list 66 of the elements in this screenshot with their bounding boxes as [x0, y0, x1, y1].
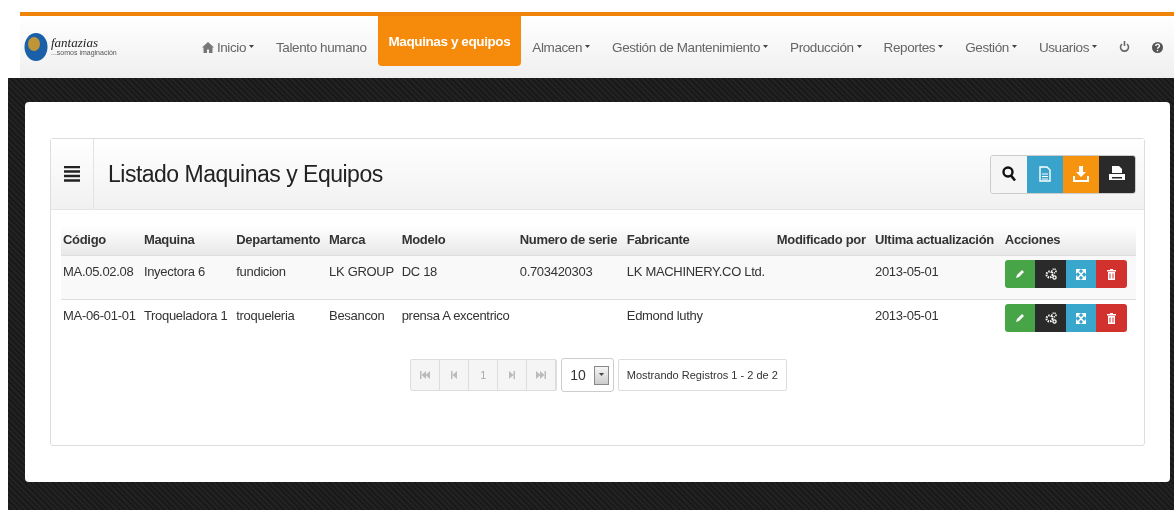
expand-icon — [1076, 268, 1087, 280]
table-cell: prensa A excentrico — [401, 308, 510, 323]
search-button[interactable] — [991, 155, 1027, 193]
caret-icon — [249, 45, 254, 49]
first-page-icon — [420, 371, 431, 379]
table-cell: 2013-05-01 — [874, 308, 939, 323]
search-icon — [1002, 166, 1016, 182]
document-icon — [1039, 166, 1051, 182]
table-cell: troqueleria — [236, 308, 295, 323]
caret-icon — [1011, 45, 1017, 49]
delete-button[interactable] — [1096, 304, 1127, 332]
logo-name: fantazias — [51, 36, 98, 50]
home-icon — [201, 41, 214, 53]
caret-icon — [763, 45, 769, 49]
gears-icon — [1044, 312, 1057, 324]
settings-button[interactable] — [1035, 260, 1066, 288]
nav-link[interactable]: Reportes — [872, 16, 955, 78]
table-cell: Besancon — [329, 308, 385, 323]
nav-link[interactable]: Usuarios — [1027, 16, 1108, 78]
table-cell: LK MACHINERY.CO Ltd. — [626, 264, 765, 279]
table-cell: Inyectora 6 — [143, 264, 205, 279]
table-cell: MA.05.02.08 — [63, 264, 134, 279]
table-cell: fundicion — [236, 264, 286, 279]
trash-icon — [1107, 268, 1117, 280]
trash-icon — [1107, 312, 1117, 324]
nav-link[interactable]: Gestión — [954, 16, 1028, 78]
gears-icon — [1044, 268, 1057, 280]
expand-button[interactable] — [1065, 304, 1097, 332]
previous-icon — [451, 371, 458, 379]
printer-icon — [1109, 166, 1125, 182]
table-cell: 2013-05-01 — [874, 264, 939, 279]
delete-button[interactable] — [1096, 260, 1127, 288]
pencil-icon — [1015, 269, 1026, 279]
panel-title: Listado Maquinas y Equipos — [108, 160, 384, 188]
nav-link[interactable]: Inicio — [190, 16, 265, 78]
records-info: Mostrando Registros 1 - 2 de 2 — [617, 359, 787, 391]
edit-button[interactable] — [1004, 304, 1036, 332]
table-cell: 0.703420303 — [519, 264, 593, 279]
expand-icon — [1076, 312, 1087, 324]
power-icon — [1119, 41, 1130, 53]
settings-button[interactable] — [1035, 304, 1066, 332]
caret-icon — [938, 45, 944, 49]
edit-button[interactable] — [1004, 260, 1036, 288]
nav-link[interactable]: Almacen — [521, 16, 602, 78]
pencil-icon — [1015, 313, 1026, 323]
nav-link[interactable]: Talento humano — [265, 16, 378, 78]
help-icon — [1152, 41, 1163, 53]
next-icon — [509, 371, 516, 379]
table-cell: MA-06-01-01 — [63, 308, 136, 323]
table-cell: Troqueladora 1 — [143, 308, 228, 323]
nav-link[interactable]: Gestión de Mantenimiento — [601, 16, 780, 78]
caret-icon — [585, 45, 591, 49]
table-cell: LK GROUP — [329, 264, 394, 279]
menu-icon — [64, 166, 80, 182]
caret-icon — [856, 45, 862, 49]
table-cell: DC 18 — [401, 264, 438, 279]
caret-icon — [598, 373, 604, 377]
last-page-icon — [536, 371, 547, 379]
download-icon — [1073, 166, 1089, 182]
caret-icon — [1092, 45, 1097, 49]
nav-link[interactable]: Producción — [779, 16, 873, 78]
print-button[interactable] — [1099, 155, 1135, 193]
table-cell: Edmond luthy — [626, 308, 703, 323]
expand-button[interactable] — [1065, 260, 1097, 288]
page-size-select[interactable]: 10 — [561, 358, 614, 392]
logo-icon — [24, 32, 48, 62]
